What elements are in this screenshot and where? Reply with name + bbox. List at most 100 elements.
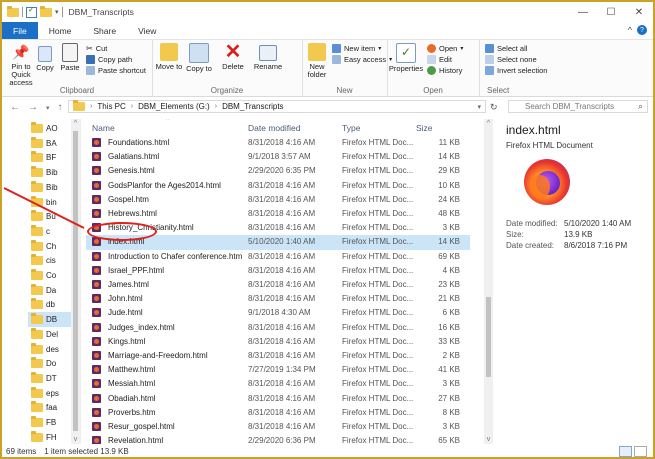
file-size: 65 KB	[438, 436, 460, 444]
organize-group: Move to Copy to ✕ Delete Rename Organize	[152, 40, 303, 96]
file-type: Firefox HTML Doc...	[342, 294, 414, 304]
select-all-button[interactable]: Select all	[485, 44, 527, 53]
file-date-modified: 8/31/2018 4:16 AM	[248, 294, 316, 304]
file-row[interactable]: Resur_gospel.html 8/31/2018 4:16 AM Firefo…	[86, 420, 470, 434]
column-header-name[interactable]: Name	[92, 123, 115, 133]
arrow-line	[3, 187, 85, 229]
nav-folder-item[interactable]: DT	[31, 371, 57, 386]
breadcrumb-drive[interactable]: DBM_Elements (G:)	[138, 102, 210, 111]
scroll-down-icon[interactable]: v	[484, 436, 493, 443]
properties-button[interactable]: ✓ Properties	[387, 43, 425, 73]
file-row[interactable]: Revelation.html 2/29/2020 6:36 PM Firefox …	[86, 434, 470, 444]
file-row[interactable]: Kings.html 8/31/2018 4:16 AM Firefox HTML …	[86, 335, 470, 349]
easy-access-button[interactable]: Easy access ▾	[332, 55, 392, 64]
new-item-button[interactable]: New item ▾	[332, 44, 381, 53]
nav-folder-item[interactable]: faa	[31, 400, 57, 415]
file-name: Israel_PPF.html	[108, 265, 165, 275]
copy-path-button[interactable]: Copy path	[86, 55, 132, 64]
file-list-scrollbar[interactable]: ^ v	[484, 119, 493, 444]
move-to-label: Move to	[155, 62, 183, 71]
chevron-up-icon[interactable]: ^	[628, 25, 632, 35]
file-row[interactable]: Marriage-and-Freedom.html 8/31/2018 4:16 …	[86, 349, 470, 363]
details-view-icon[interactable]	[619, 446, 632, 457]
nav-folder-item[interactable]: FH	[31, 430, 57, 444]
file-row[interactable]: Galatians.html 9/1/2018 3:57 AM Firefox HT…	[86, 150, 470, 164]
edit-button[interactable]: Edit	[427, 55, 452, 64]
address-bar[interactable]: › This PC › DBM_Elements (G:) › DBM_Tran…	[68, 100, 486, 113]
file-date-modified: 8/31/2018 4:16 AM	[248, 336, 316, 346]
copy-to-button[interactable]: Copy to	[184, 43, 214, 73]
nav-folder-label: DT	[46, 373, 57, 383]
ribbon-tabs: File Home Share View ^ ?	[2, 22, 653, 40]
nav-folder-label: Do	[46, 359, 57, 369]
nav-folder-item[interactable]: Do	[31, 356, 56, 371]
scroll-up-icon[interactable]: ^	[484, 120, 493, 127]
file-row[interactable]: Foundations.html 8/31/2018 4:16 AM Firefox…	[86, 136, 470, 150]
file-row[interactable]: Hebrews.html 8/31/2018 4:16 AM Firefox HTM…	[86, 207, 470, 221]
file-row[interactable]: Messiah.html 8/31/2018 4:16 AM Firefox HTM…	[86, 377, 470, 391]
firefox-html-file-icon	[92, 280, 101, 289]
large-icons-view-icon[interactable]	[634, 446, 647, 457]
nav-folder-item[interactable]: Del	[31, 327, 58, 342]
scroll-down-icon[interactable]: v	[71, 436, 80, 443]
maximize-button[interactable]: ☐	[597, 2, 625, 22]
chevron-down-icon: ▾	[460, 46, 464, 52]
tab-view[interactable]: View	[127, 22, 167, 39]
move-to-button[interactable]: Move to	[154, 43, 184, 71]
nav-folder-item[interactable]: DB	[28, 312, 71, 328]
column-header-type[interactable]: Type	[342, 123, 360, 133]
new-folder-button[interactable]: New folder	[302, 43, 332, 79]
file-row[interactable]: Judges_index.html 8/31/2018 4:16 AM Firefo…	[86, 321, 470, 335]
folder-icon	[31, 254, 43, 266]
file-row[interactable]: Israel_PPF.html 8/31/2018 4:16 AM Firefox …	[86, 264, 470, 278]
nav-folder-item[interactable]: eps	[31, 386, 59, 401]
file-size: 14 KB	[438, 237, 460, 247]
rename-button[interactable]: Rename	[252, 43, 284, 71]
new-folder-icon	[308, 43, 326, 61]
open-button[interactable]: Open ▾	[427, 44, 463, 53]
nav-folder-item[interactable]: cis	[31, 253, 56, 268]
file-date-modified: 8/31/2018 4:16 AM	[248, 251, 316, 261]
history-button[interactable]: History	[427, 66, 462, 75]
highlight-circle	[87, 222, 157, 241]
firefox-html-file-icon	[92, 436, 101, 444]
history-label: History	[439, 66, 463, 75]
history-icon	[427, 66, 436, 75]
address-dropdown-icon[interactable]: ▾	[477, 103, 481, 111]
refresh-icon[interactable]: ↻	[490, 102, 498, 113]
file-date-modified: 8/31/2018 4:16 AM	[248, 223, 316, 233]
nav-folder-item[interactable]: db	[31, 297, 55, 312]
breadcrumb-folder[interactable]: DBM_Transcripts	[222, 102, 284, 111]
open-group: ✓ Properties Open ▾ Edit History Open	[387, 40, 480, 96]
nav-folder-item[interactable]: FB	[31, 415, 56, 430]
close-button[interactable]: ✕	[625, 2, 653, 22]
nav-folder-item[interactable]: Co	[31, 268, 56, 283]
file-list-scrollbar-thumb[interactable]	[486, 297, 491, 377]
paste-shortcut-button[interactable]: Paste shortcut	[86, 66, 146, 75]
column-header-size[interactable]: Size	[416, 123, 433, 133]
help-icon[interactable]: ?	[637, 25, 647, 35]
invert-selection-button[interactable]: Invert selection	[485, 66, 547, 75]
column-header-date[interactable]: Date modified	[248, 123, 300, 133]
breadcrumb-this-pc[interactable]: This PC	[97, 102, 125, 111]
select-none-button[interactable]: Select none	[485, 55, 537, 64]
file-row[interactable]: Obadiah.html 8/31/2018 4:16 AM Firefox HTM…	[86, 392, 470, 406]
file-row[interactable]: John.html 8/31/2018 4:16 AM Firefox HTML D…	[86, 292, 470, 306]
firefox-html-file-icon	[92, 194, 101, 204]
file-name: Kings.html	[108, 336, 146, 346]
file-row[interactable]: James.html 8/31/2018 4:16 AM Firefox HTML …	[86, 278, 470, 292]
file-row[interactable]: Proverbs.htm 8/31/2018 4:16 AM Firefox HTM…	[86, 406, 470, 420]
file-row[interactable]: Genesis.html 2/29/2020 6:35 PM Firefox HTM…	[86, 164, 470, 178]
minimize-button[interactable]: —	[569, 2, 597, 22]
file-row[interactable]: Matthew.html 7/27/2019 1:34 PM Firefox HTM…	[86, 363, 470, 377]
delete-button[interactable]: ✕ Delete	[218, 42, 248, 71]
nav-folder-item[interactable]: des	[31, 342, 59, 357]
file-row[interactable]: Introduction to Chafer conference.htm 8/3…	[86, 250, 470, 264]
file-row[interactable]: Gospel.htm 8/31/2018 4:16 AM Firefox HTML …	[86, 193, 470, 207]
nav-folder-item[interactable]: Da	[31, 283, 56, 298]
file-size: 10 KB	[438, 180, 460, 190]
file-row[interactable]: GodsPlanfor the Ages2014.html 8/31/2018 4…	[86, 179, 470, 193]
search-input[interactable]: Search DBM_Transcripts ⌕	[508, 100, 648, 113]
file-row[interactable]: Jude.html 9/1/2018 4:30 AM Firefox HTML Do…	[86, 306, 470, 320]
file-date-modified: 8/31/2018 4:16 AM	[248, 180, 316, 190]
